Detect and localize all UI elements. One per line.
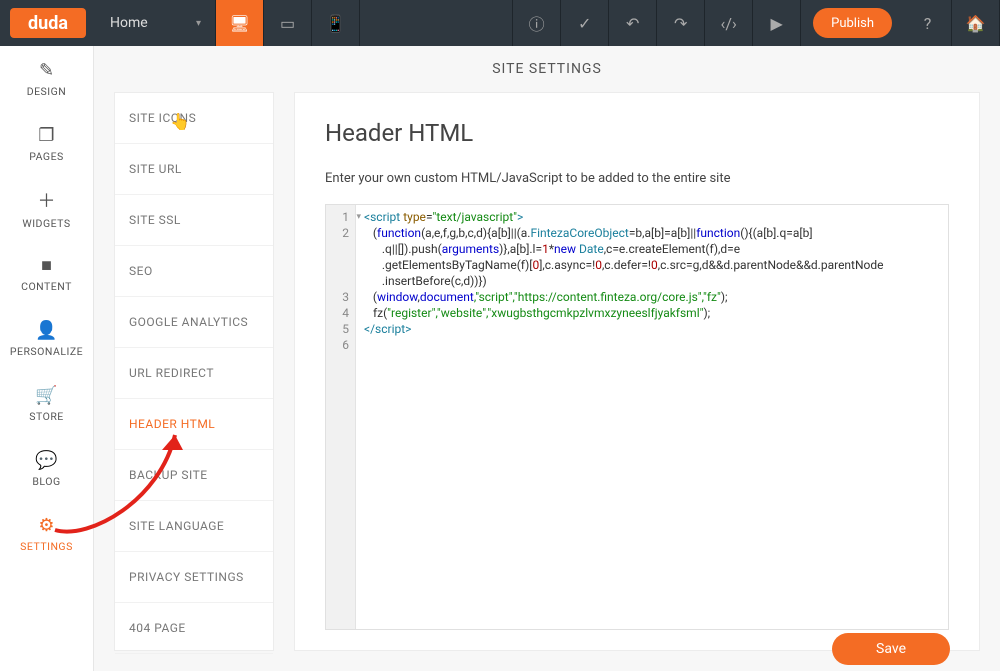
plus-icon: ＋ bbox=[38, 187, 56, 213]
toolbar-spacer bbox=[360, 0, 513, 46]
desktop-icon[interactable]: 🖥 bbox=[216, 0, 264, 46]
sidebar-item-content[interactable]: ■ CONTENT bbox=[0, 241, 93, 306]
person-icon: 👤 bbox=[35, 320, 57, 341]
help-icon[interactable]: ? bbox=[904, 0, 952, 46]
home-icon[interactable]: 🏠 bbox=[952, 0, 1000, 46]
settings-item-seo[interactable]: SEO bbox=[115, 246, 273, 297]
gear-icon: ⚙ bbox=[38, 515, 54, 536]
code-icon[interactable]: ‹/› bbox=[705, 0, 753, 46]
settings-item-404-page[interactable]: 404 PAGE bbox=[115, 603, 273, 654]
sidebar-item-settings[interactable]: ⚙ SETTINGS bbox=[0, 501, 93, 566]
left-sidebar: ✎ DESIGN ❐ PAGES ＋ WIDGETS ■ CONTENT 👤 PERSON… bbox=[0, 46, 94, 671]
check-icon[interactable]: ✓ bbox=[561, 0, 609, 46]
mobile-icon[interactable]: 📱 bbox=[312, 0, 360, 46]
panel-description: Enter your own custom HTML/JavaScript to… bbox=[325, 171, 949, 186]
sidebar-item-label: SETTINGS bbox=[20, 540, 73, 553]
sidebar-item-label: STORE bbox=[29, 410, 64, 423]
device-switcher: 🖥 ▭ 📱 bbox=[216, 0, 360, 46]
logo: duda bbox=[10, 8, 86, 38]
folder-icon: ■ bbox=[41, 255, 52, 276]
panel-title: Header HTML bbox=[325, 119, 949, 147]
settings-item-privacy-settings[interactable]: PRIVACY SETTINGS bbox=[115, 552, 273, 603]
editor-gutter: 1 2 3 4 5 6 bbox=[326, 205, 356, 629]
settings-item-header-html[interactable]: HEADER HTML bbox=[115, 399, 273, 450]
settings-item-site-url[interactable]: SITE URL bbox=[115, 144, 273, 195]
cart-icon: 🛒 bbox=[35, 385, 57, 406]
page-selector[interactable]: Home ▾ bbox=[96, 0, 216, 46]
sidebar-item-label: BLOG bbox=[32, 475, 60, 488]
settings-item-site-icons[interactable]: SITE ICONS bbox=[115, 93, 273, 144]
editor-code[interactable]: <script type="text/javascript"> (functio… bbox=[356, 205, 948, 629]
settings-item-site-language[interactable]: SITE LANGUAGE bbox=[115, 501, 273, 552]
panel-wrap: SITE ICONS SITE URL SITE SSL SEO GOOGLE … bbox=[94, 92, 1000, 671]
sidebar-item-personalize[interactable]: 👤 PERSONALIZE bbox=[0, 306, 93, 371]
pencil-icon: ✎ bbox=[39, 60, 54, 81]
page-selector-label: Home bbox=[110, 15, 148, 31]
tablet-icon[interactable]: ▭ bbox=[264, 0, 312, 46]
sidebar-item-label: DESIGN bbox=[27, 85, 67, 98]
sidebar-item-blog[interactable]: 💬 BLOG bbox=[0, 436, 93, 501]
sidebar-item-pages[interactable]: ❐ PAGES bbox=[0, 111, 93, 176]
chevron-down-icon: ▾ bbox=[196, 18, 201, 29]
save-row: Save bbox=[832, 633, 950, 665]
redo-icon[interactable]: ↷ bbox=[657, 0, 705, 46]
info-icon[interactable]: ⓘ bbox=[513, 0, 561, 46]
code-editor[interactable]: 1 2 3 4 5 6 <script type="text/javascrip… bbox=[325, 204, 949, 630]
settings-sublist: SITE ICONS SITE URL SITE SSL SEO GOOGLE … bbox=[114, 92, 274, 651]
publish-button[interactable]: Publish bbox=[813, 8, 892, 38]
settings-item-google-analytics[interactable]: GOOGLE ANALYTICS bbox=[115, 297, 273, 348]
content-area: SITE SETTINGS SITE ICONS SITE URL SITE S… bbox=[94, 46, 1000, 671]
sidebar-item-store[interactable]: 🛒 STORE bbox=[0, 371, 93, 436]
main-panel: Header HTML Enter your own custom HTML/J… bbox=[294, 92, 980, 651]
sidebar-item-label: PAGES bbox=[29, 150, 64, 163]
play-icon[interactable]: ▶ bbox=[753, 0, 801, 46]
section-title: SITE SETTINGS bbox=[94, 46, 1000, 92]
sidebar-item-label: CONTENT bbox=[21, 280, 72, 293]
chat-icon: 💬 bbox=[35, 450, 57, 471]
settings-item-site-ssl[interactable]: SITE SSL bbox=[115, 195, 273, 246]
settings-item-url-redirect[interactable]: URL REDIRECT bbox=[115, 348, 273, 399]
sidebar-item-label: PERSONALIZE bbox=[10, 345, 83, 358]
sidebar-item-design[interactable]: ✎ DESIGN bbox=[0, 46, 93, 111]
pages-icon: ❐ bbox=[38, 125, 54, 146]
undo-icon[interactable]: ↶ bbox=[609, 0, 657, 46]
settings-item-backup-site[interactable]: BACKUP SITE bbox=[115, 450, 273, 501]
sidebar-item-widgets[interactable]: ＋ WIDGETS bbox=[0, 176, 93, 241]
sidebar-item-label: WIDGETS bbox=[22, 217, 70, 230]
save-button[interactable]: Save bbox=[832, 633, 950, 665]
topbar: duda Home ▾ 🖥 ▭ 📱 ⓘ ✓ ↶ ↷ ‹/› ▶ Publish … bbox=[0, 0, 1000, 46]
